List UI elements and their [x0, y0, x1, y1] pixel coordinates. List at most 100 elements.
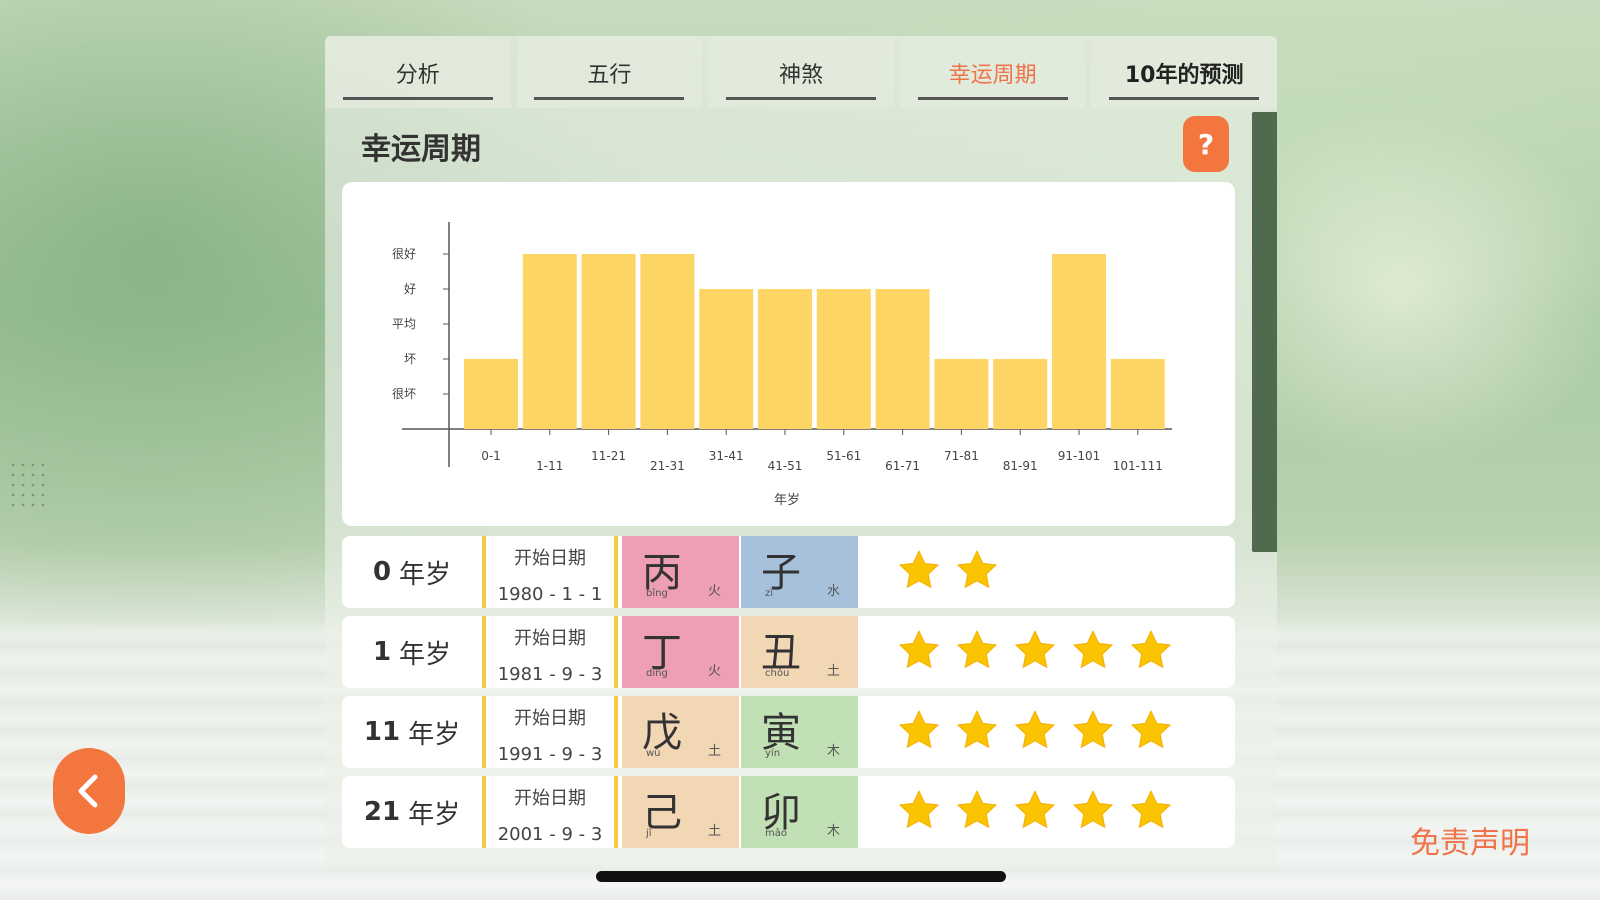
star-icon	[897, 708, 941, 752]
tab-underline	[725, 97, 876, 100]
age-unit: 年岁	[399, 559, 452, 590]
age-cell: 0 年岁	[342, 536, 482, 608]
stem-element: 火	[707, 584, 721, 599]
bar	[1110, 359, 1165, 429]
bar	[581, 254, 636, 429]
period-list: 0 年岁 开始日期 1980 - 1 - 1 丙 bǐng 火 子 zǐ 水 1	[342, 536, 1235, 856]
y-tick-label: 很好	[392, 247, 416, 261]
bar	[934, 359, 989, 429]
period-row: 21 年岁 开始日期 2001 - 9 - 3 己 jǐ 土 卯 mǎo 木	[342, 776, 1235, 848]
tab-underline	[534, 97, 685, 100]
luck-cycle-chart-card: 很坏 坏 平均 好 很好 0-1 1-11 11-21 21-31 31-41 41-51 51-61…	[342, 182, 1235, 526]
tab-label: 分析	[395, 63, 440, 88]
bar	[522, 254, 577, 429]
bar	[1052, 254, 1106, 429]
back-button[interactable]	[53, 748, 125, 834]
age-value: 1	[372, 637, 392, 667]
tab-underline	[1109, 97, 1260, 100]
earthly-branch-cell: 子 zǐ 水	[741, 536, 858, 608]
bar	[640, 254, 695, 429]
age-value: 0	[372, 557, 392, 587]
age-cell: 21 年岁	[342, 776, 482, 848]
star-rating	[897, 788, 1173, 836]
x-tick-label: 81-91	[1003, 459, 1038, 473]
home-indicator[interactable]	[596, 871, 1006, 882]
age-cell: 11 年岁	[342, 696, 482, 768]
tab-label: 10年的预测	[1124, 63, 1244, 88]
x-tick-label: 51-61	[826, 449, 861, 463]
disclaimer-link[interactable]: 免责声明	[1410, 818, 1530, 862]
start-date-label: 开始日期	[514, 548, 586, 569]
start-date-cell: 开始日期 1991 - 9 - 3	[482, 696, 618, 768]
branch-element: 水	[826, 584, 840, 599]
tab-underline	[917, 97, 1068, 100]
period-row: 11 年岁 开始日期 1991 - 9 - 3 戊 wù 土 寅 yín 木	[342, 696, 1235, 768]
period-row: 0 年岁 开始日期 1980 - 1 - 1 丙 bǐng 火 子 zǐ 水	[342, 536, 1235, 608]
tab-label: 五行	[587, 63, 632, 88]
tab-label: 幸运周期	[948, 63, 1037, 88]
x-tick-label: 31-41	[709, 449, 744, 463]
branch-pinyin: mǎo	[765, 828, 787, 839]
x-tick-label: 41-51	[768, 459, 803, 473]
star-icon	[1013, 628, 1057, 672]
help-button[interactable]: ?	[1183, 116, 1229, 172]
star-icon	[1129, 628, 1173, 672]
y-tick-label: 平均	[392, 317, 416, 331]
tab-ten-year-forecast[interactable]: 10年的预测	[1091, 36, 1277, 108]
star-icon	[897, 788, 941, 832]
bar	[875, 289, 930, 429]
start-date-value: 1980 - 1 - 1	[497, 584, 603, 605]
branch-element: 木	[826, 824, 840, 839]
star-icon	[1129, 708, 1173, 752]
bar	[464, 359, 518, 429]
start-date-cell: 开始日期 2001 - 9 - 3	[482, 776, 618, 848]
main-panel: 分析 五行 神煞 幸运周期 10年的预测 幸运周期 ? 很坏 坏 平均 好 很好 0-1 1…	[325, 36, 1277, 866]
branch-pinyin: zǐ	[765, 588, 774, 599]
stem-element: 土	[707, 824, 721, 839]
tab-five-elements[interactable]: 五行	[516, 36, 703, 108]
section-title: 幸运周期	[361, 132, 481, 167]
start-date-label: 开始日期	[514, 628, 586, 649]
tab-shensha[interactable]: 神煞	[708, 36, 894, 108]
scrollbar[interactable]	[1252, 112, 1277, 552]
y-tick-label: 很坏	[392, 387, 416, 401]
start-date-value: 1981 - 9 - 3	[497, 664, 603, 685]
period-row: 1 年岁 开始日期 1981 - 9 - 3 丁 dīng 火 丑 chǒu 土	[342, 616, 1235, 688]
star-rating	[897, 548, 999, 596]
stem-pinyin: jǐ	[646, 828, 652, 839]
tab-bar: 分析 五行 神煞 幸运周期 10年的预测	[325, 36, 1277, 108]
star-icon	[1013, 788, 1057, 832]
branch-element: 木	[826, 744, 840, 759]
stem-pinyin: dīng	[646, 668, 668, 679]
x-tick-label: 61-71	[885, 459, 920, 473]
stem-pinyin: bǐng	[646, 588, 668, 599]
tab-analysis[interactable]: 分析	[325, 36, 511, 108]
start-date-label: 开始日期	[514, 708, 586, 729]
star-icon	[1129, 788, 1173, 832]
age-unit: 年岁	[408, 799, 461, 830]
x-tick-label: 21-31	[650, 459, 685, 473]
x-tick-label: 101-111	[1113, 459, 1163, 473]
start-date-cell: 开始日期 1981 - 9 - 3	[482, 616, 618, 688]
earthly-branch-cell: 丑 chǒu 土	[741, 616, 858, 688]
x-tick-label: 11-21	[591, 449, 626, 463]
y-tick-label: 坏	[404, 352, 416, 366]
x-tick-label: 91-101	[1058, 449, 1101, 463]
tab-underline	[342, 97, 493, 100]
start-date-label: 开始日期	[514, 788, 586, 809]
start-date-value: 1991 - 9 - 3	[497, 744, 603, 765]
x-tick-label: 0-1	[481, 449, 501, 463]
star-rating	[897, 708, 1173, 756]
luck-cycle-chart: 很坏 坏 平均 好 很好 0-1 1-11 11-21 21-31 31-41 41-51 51-61…	[392, 222, 1172, 508]
age-value: 21	[363, 797, 401, 827]
star-icon	[897, 628, 941, 672]
stem-element: 火	[707, 664, 721, 679]
stem-pinyin: wù	[646, 748, 661, 759]
chevron-left-icon	[78, 774, 98, 808]
star-icon	[897, 548, 941, 592]
branch-element: 土	[826, 664, 840, 679]
tab-luck-cycle[interactable]: 幸运周期	[899, 36, 1086, 108]
bar	[993, 359, 1048, 429]
bar	[816, 289, 871, 429]
y-tick-label: 好	[404, 282, 416, 296]
